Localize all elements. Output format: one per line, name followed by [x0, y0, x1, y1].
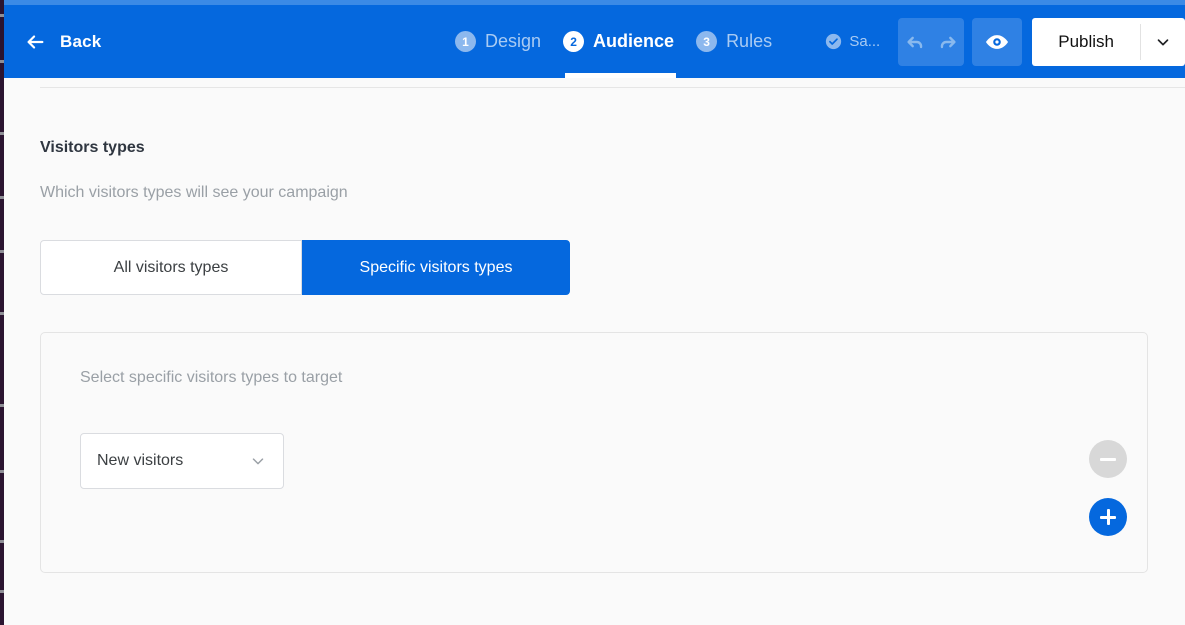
remove-condition-button[interactable]	[1089, 440, 1127, 478]
save-status-label: Sa...	[849, 33, 880, 50]
header-toolbar: Sa...	[825, 5, 1185, 78]
publish-button[interactable]: Publish	[1032, 18, 1140, 66]
step-audience-label: Audience	[593, 31, 674, 52]
editor-header: Back 1 Design 2 Audience 3 Rules	[0, 5, 1185, 78]
add-condition-button[interactable]	[1089, 498, 1127, 536]
back-button[interactable]: Back	[24, 5, 101, 78]
panel-label: Select specific visitors types to target	[80, 369, 342, 387]
content-top-divider	[40, 87, 1185, 88]
step-audience-number: 2	[563, 31, 584, 52]
step-rules-label: Rules	[726, 31, 772, 52]
undo-button[interactable]	[898, 18, 931, 66]
check-circle-icon	[825, 33, 842, 50]
redo-button[interactable]	[931, 18, 964, 66]
save-status: Sa...	[825, 33, 880, 50]
eye-icon	[984, 29, 1010, 55]
segment-specific-visitors-types[interactable]: Specific visitors types	[302, 240, 570, 295]
step-rules-number: 3	[696, 31, 717, 52]
visitor-type-select[interactable]: New visitors	[80, 433, 284, 489]
page-title: Visitors types	[40, 139, 145, 157]
back-button-label: Back	[60, 32, 101, 52]
visitors-type-segmented-control: All visitors types Specific visitors typ…	[40, 240, 570, 295]
audience-settings-panel: Visitors types Which visitors types will…	[0, 78, 1185, 625]
step-navigation: 1 Design 2 Audience 3 Rules	[455, 5, 784, 78]
minus-icon	[1100, 451, 1116, 467]
page-subtitle: Which visitors types will see your campa…	[40, 184, 348, 202]
segment-all-visitors-types[interactable]: All visitors types	[40, 240, 302, 295]
visitor-type-select-value: New visitors	[97, 452, 183, 470]
background-window-edge	[0, 0, 4, 625]
undo-redo-group	[898, 18, 964, 66]
redo-arrow-icon	[937, 31, 959, 53]
step-audience[interactable]: 2 Audience	[563, 5, 686, 78]
step-rules[interactable]: 3 Rules	[696, 5, 784, 78]
undo-arrow-icon	[904, 31, 926, 53]
preview-button[interactable]	[972, 18, 1022, 66]
arrow-left-icon	[24, 31, 46, 53]
publish-dropdown-button[interactable]	[1141, 18, 1185, 66]
campaign-editor-window: Back 1 Design 2 Audience 3 Rules	[0, 0, 1185, 625]
publish-button-group: Publish	[1032, 18, 1185, 66]
specific-visitors-panel: Select specific visitors types to target…	[40, 332, 1148, 573]
step-design-label: Design	[485, 31, 541, 52]
chevron-down-icon	[1154, 33, 1172, 51]
chevron-down-icon	[249, 452, 267, 470]
plus-icon	[1100, 509, 1116, 525]
step-design[interactable]: 1 Design	[455, 5, 553, 78]
active-step-underline	[565, 73, 676, 78]
step-design-number: 1	[455, 31, 476, 52]
